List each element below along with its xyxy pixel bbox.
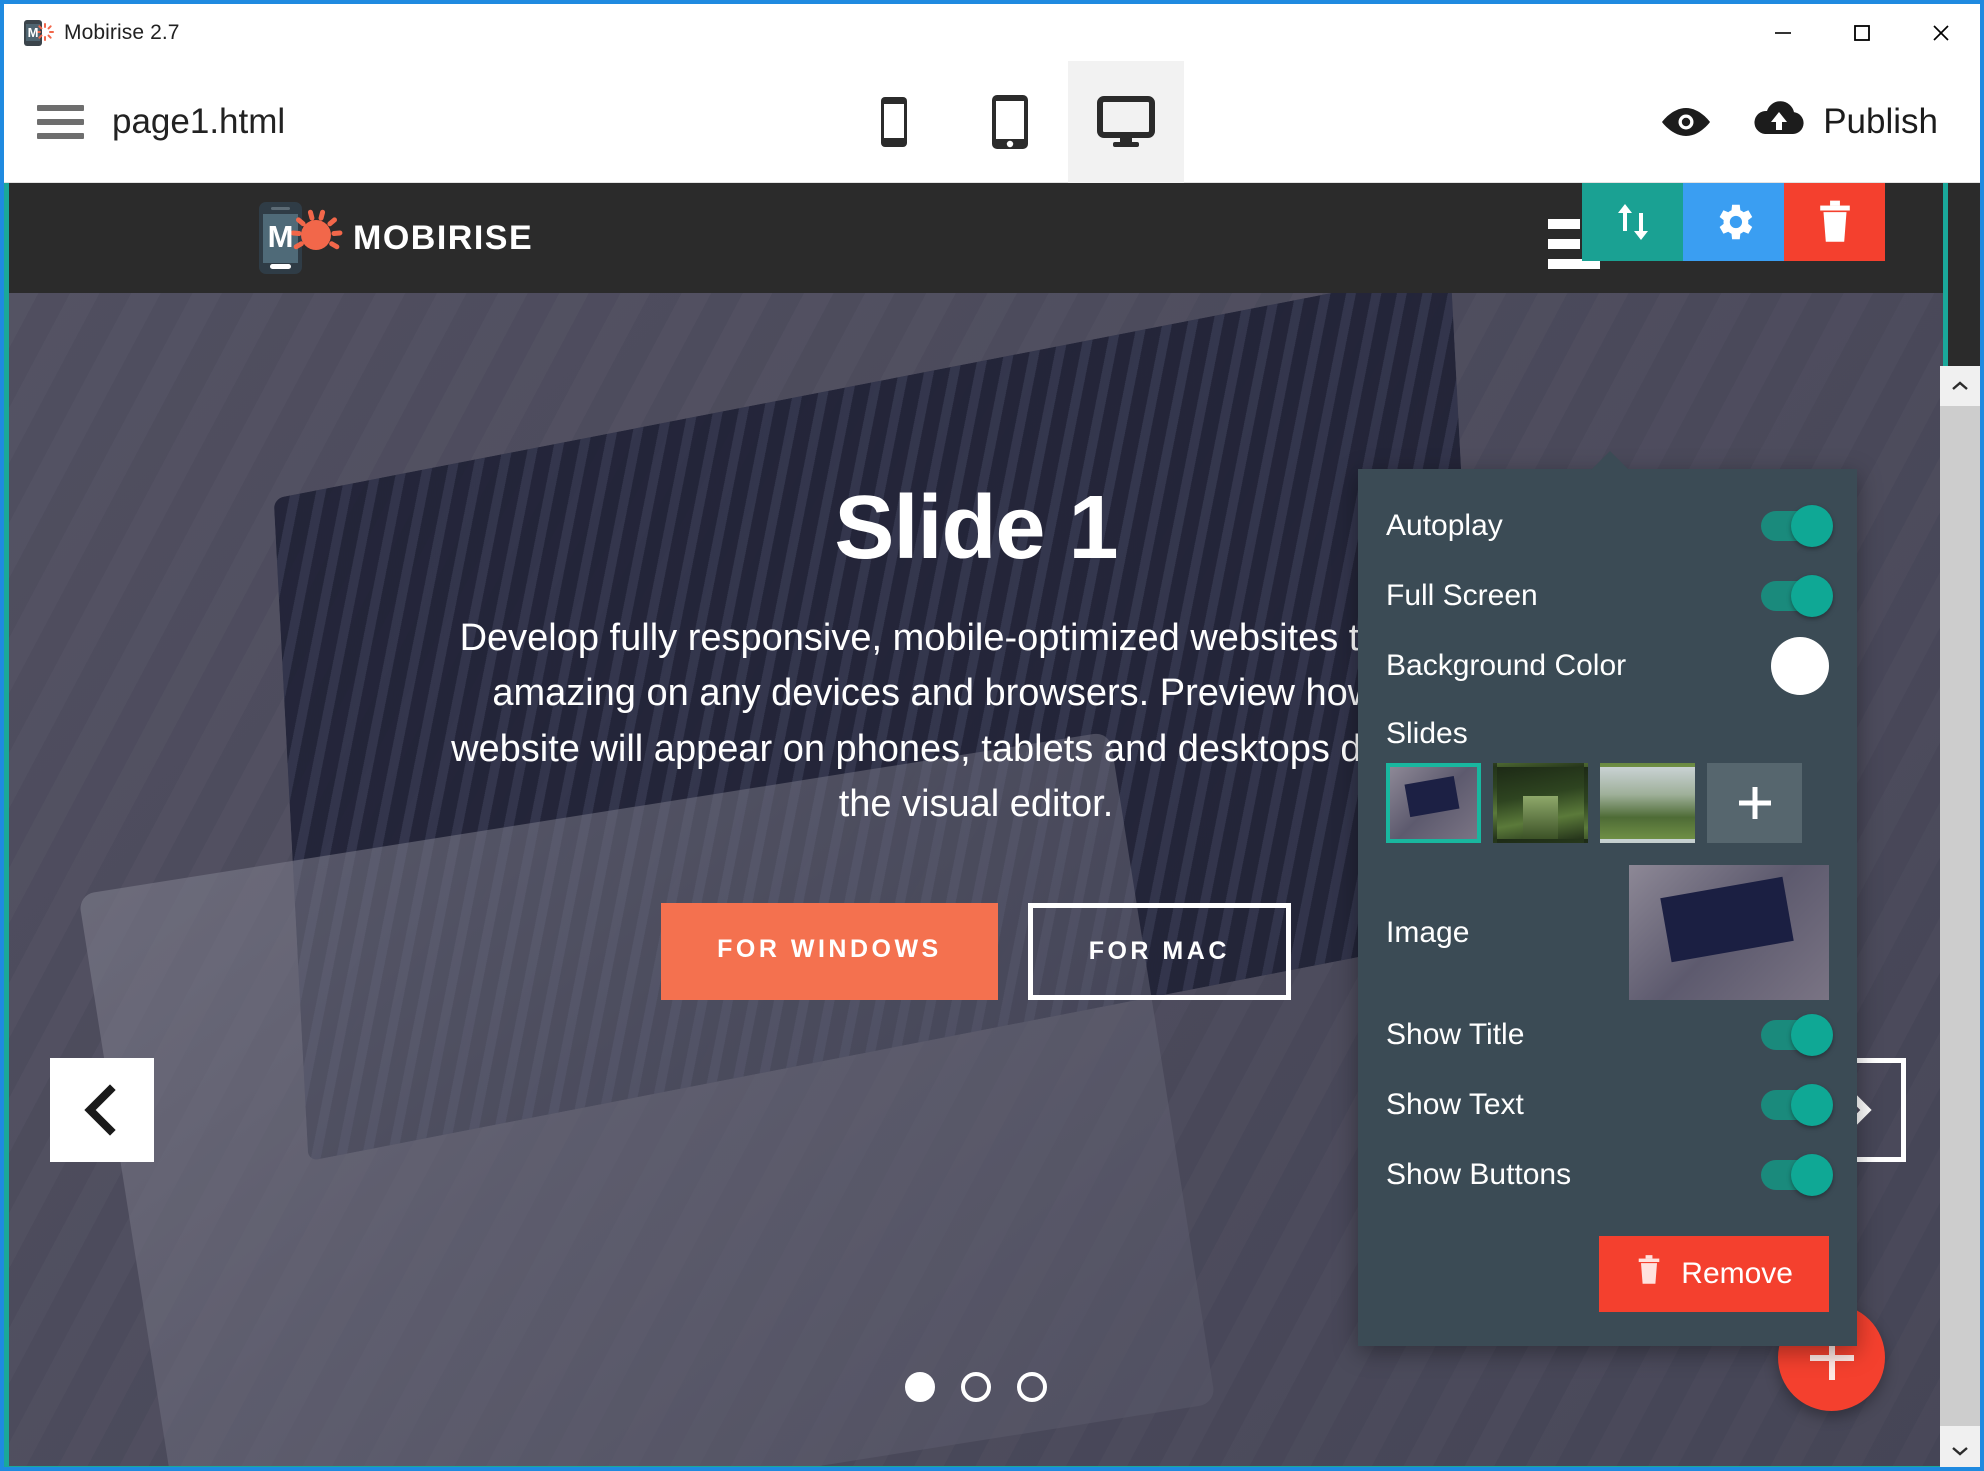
setting-row-show-title: Show Title (1386, 1000, 1833, 1070)
canvas-inner: M MOBIRISE Slide 1 Develop fully respons… (4, 183, 1948, 1467)
slider-prev-button[interactable] (50, 1058, 154, 1162)
autoplay-label: Autoplay (1386, 509, 1503, 542)
scrollbar-thumb[interactable] (1940, 406, 1980, 1426)
for-windows-button[interactable]: FOR WINDOWS (661, 902, 998, 1000)
window-titlebar: M Mobirise 2.7 (4, 4, 1980, 61)
slider-settings-panel: Autoplay Full Screen Background Color Sl… (1358, 451, 1857, 1346)
image-label: Image (1386, 915, 1470, 949)
hero-title[interactable]: Slide 1 (834, 483, 1118, 573)
mobirise-logo-icon: M (259, 200, 343, 276)
slide-thumb-hills[interactable] (1600, 763, 1695, 843)
canvas-scrollbar[interactable] (1940, 366, 1980, 1467)
chevron-up-icon[interactable] (1940, 366, 1980, 406)
slider-dot-1[interactable] (905, 1372, 935, 1402)
full-screen-label: Full Screen (1386, 579, 1538, 612)
hero-description[interactable]: Develop fully responsive, mobile-optimiz… (446, 611, 1506, 833)
show-title-toggle[interactable] (1761, 1014, 1833, 1056)
add-slide-button[interactable] (1707, 763, 1802, 843)
window-title: Mobirise 2.7 (64, 20, 180, 44)
show-buttons-label: Show Buttons (1386, 1158, 1572, 1191)
show-text-toggle[interactable] (1761, 1084, 1833, 1126)
setting-row-background-color: Background Color (1386, 631, 1829, 701)
maximize-icon[interactable] (1822, 4, 1901, 61)
trash-icon[interactable] (1784, 183, 1885, 261)
logo-sun-rays (290, 209, 343, 260)
setting-row-show-text: Show Text (1386, 1070, 1833, 1140)
setting-row-fullscreen: Full Screen (1386, 561, 1833, 631)
slider-dot-2[interactable] (961, 1372, 991, 1402)
move-up-down-icon[interactable] (1582, 183, 1683, 261)
device-tab-tablet[interactable] (952, 61, 1068, 183)
show-title-label: Show Title (1386, 1018, 1525, 1051)
editor-canvas: M MOBIRISE Slide 1 Develop fully respons… (4, 183, 1980, 1467)
slide-image-preview[interactable] (1629, 865, 1829, 1000)
setting-row-image: Image (1386, 865, 1829, 1000)
device-preview-tabs (836, 61, 1184, 183)
hamburger-menu-icon[interactable] (37, 104, 84, 139)
background-color-swatch[interactable] (1771, 637, 1829, 695)
hero-cta-buttons: FOR WINDOWS FOR MAC (661, 902, 1291, 1000)
show-buttons-toggle[interactable] (1761, 1154, 1833, 1196)
device-tab-desktop[interactable] (1068, 61, 1184, 183)
slides-thumbnail-strip (1386, 763, 1829, 843)
slide-thumb-laptop[interactable] (1386, 763, 1481, 843)
for-mac-button[interactable]: FOR MAC (1027, 902, 1291, 1000)
close-icon[interactable] (1901, 4, 1980, 61)
mobirise-window: M Mobirise 2.7 page1.html Publish M MOBI… (0, 0, 1984, 1471)
page-filename[interactable]: page1.html (112, 102, 285, 142)
device-tab-phone[interactable] (836, 61, 952, 183)
preview-eye-icon[interactable] (1659, 105, 1713, 139)
publish-button[interactable]: Publish (1751, 100, 1938, 145)
remove-label: Remove (1681, 1257, 1793, 1290)
mobirise-app-icon: M (22, 18, 54, 48)
show-text-label: Show Text (1386, 1088, 1524, 1121)
app-toolbar: page1.html Publish (4, 61, 1980, 183)
minimize-icon[interactable] (1743, 4, 1822, 61)
remove-trash-icon (1635, 1254, 1663, 1294)
site-brand-label[interactable]: MOBIRISE (353, 219, 533, 258)
remove-slide-button[interactable]: Remove (1599, 1236, 1829, 1312)
slider-dot-3[interactable] (1017, 1372, 1047, 1402)
full-screen-toggle[interactable] (1761, 575, 1833, 617)
app-icon-letter: M (27, 24, 39, 40)
slider-dots (9, 1372, 1943, 1402)
autoplay-toggle[interactable] (1761, 505, 1833, 547)
window-controls (1743, 4, 1980, 61)
cloud-upload-icon (1751, 100, 1807, 145)
setting-row-show-buttons: Show Buttons (1386, 1140, 1833, 1210)
section-toolbar (1582, 183, 1885, 261)
chevron-down-icon[interactable] (1940, 1431, 1980, 1467)
toolbar-right-tools: Publish (1659, 61, 1938, 183)
background-color-label: Background Color (1386, 649, 1627, 682)
slide-thumb-forest[interactable] (1493, 763, 1588, 843)
logo-letter: M (267, 219, 294, 254)
setting-row-autoplay: Autoplay (1386, 491, 1833, 561)
slides-label: Slides (1386, 717, 1468, 750)
gear-icon[interactable] (1683, 183, 1784, 261)
publish-label: Publish (1823, 102, 1938, 141)
